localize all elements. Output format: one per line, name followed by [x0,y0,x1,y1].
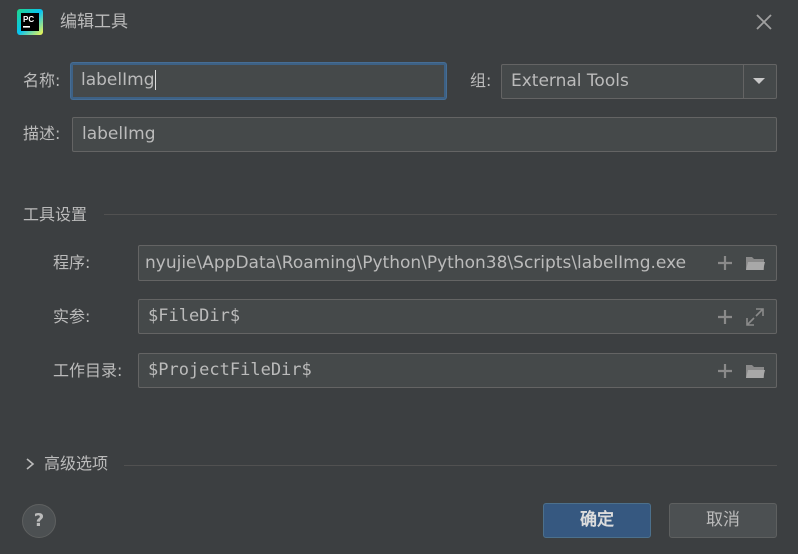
browse-folder-icon[interactable] [744,252,766,274]
cancel-button[interactable]: 取消 [669,503,777,538]
arguments-input-value: $FileDir$ [148,306,241,326]
advanced-options-toggle[interactable]: 高级选项 [44,452,108,476]
insert-macro-icon[interactable] [714,360,736,382]
tool-settings-header: 工具设置 [23,205,88,224]
name-label: 名称: [23,71,61,90]
expand-icon[interactable] [744,306,766,328]
working-directory-label: 工作目录: [53,361,123,380]
close-icon[interactable] [750,8,778,36]
arguments-input[interactable]: $FileDir$ [138,299,777,334]
text-caret [155,70,157,90]
dropdown-arrow-icon[interactable] [752,76,766,86]
insert-macro-icon[interactable] [714,306,736,328]
svg-text:PC: PC [23,15,34,24]
section-divider [104,214,777,215]
name-input[interactable]: labelImg [71,63,446,99]
description-input[interactable]: labelImg [72,117,777,152]
description-label: 描述: [23,124,61,143]
arguments-label: 实参: [53,307,91,326]
insert-macro-icon[interactable] [714,252,736,274]
edit-tool-dialog: PC 编辑工具 名称: labelImg 组: External Tools 描… [0,0,798,554]
working-directory-input[interactable]: $ProjectFileDir$ [138,353,777,388]
ok-button[interactable]: 确定 [543,503,651,538]
name-input-value: labelImg [81,70,155,90]
program-label: 程序: [53,253,91,272]
working-directory-input-value: $ProjectFileDir$ [148,360,312,380]
pycharm-icon: PC [17,9,43,35]
section-divider [124,465,777,466]
browse-folder-icon[interactable] [744,360,766,382]
group-label: 组: [470,71,492,90]
program-input[interactable]: nyujie\AppData\Roaming\Python\Python38\S… [138,245,777,281]
chevron-right-icon[interactable] [23,456,37,472]
description-input-value: labelImg [82,124,156,144]
group-combobox-value: External Tools [511,71,629,91]
combobox-separator [743,65,744,98]
program-input-value: nyujie\AppData\Roaming\Python\Python38\S… [145,253,687,273]
help-button[interactable]: ? [22,504,56,538]
group-combobox[interactable]: External Tools [501,64,777,99]
dialog-title: 编辑工具 [60,12,128,32]
